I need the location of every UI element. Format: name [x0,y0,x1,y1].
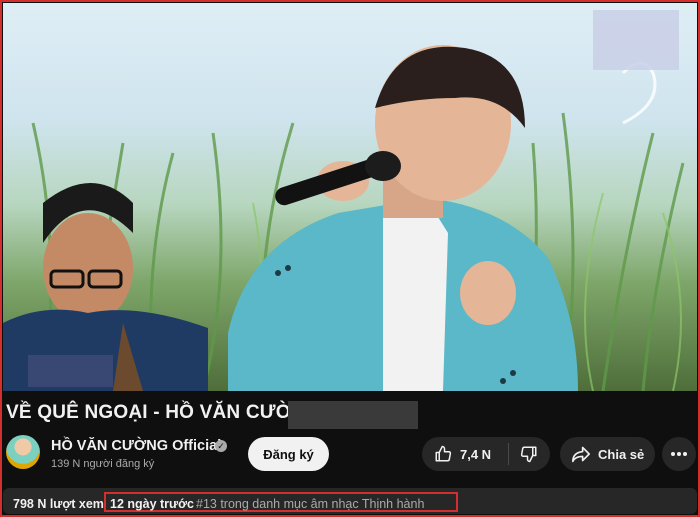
screenshot-highlight-border [0,0,700,517]
